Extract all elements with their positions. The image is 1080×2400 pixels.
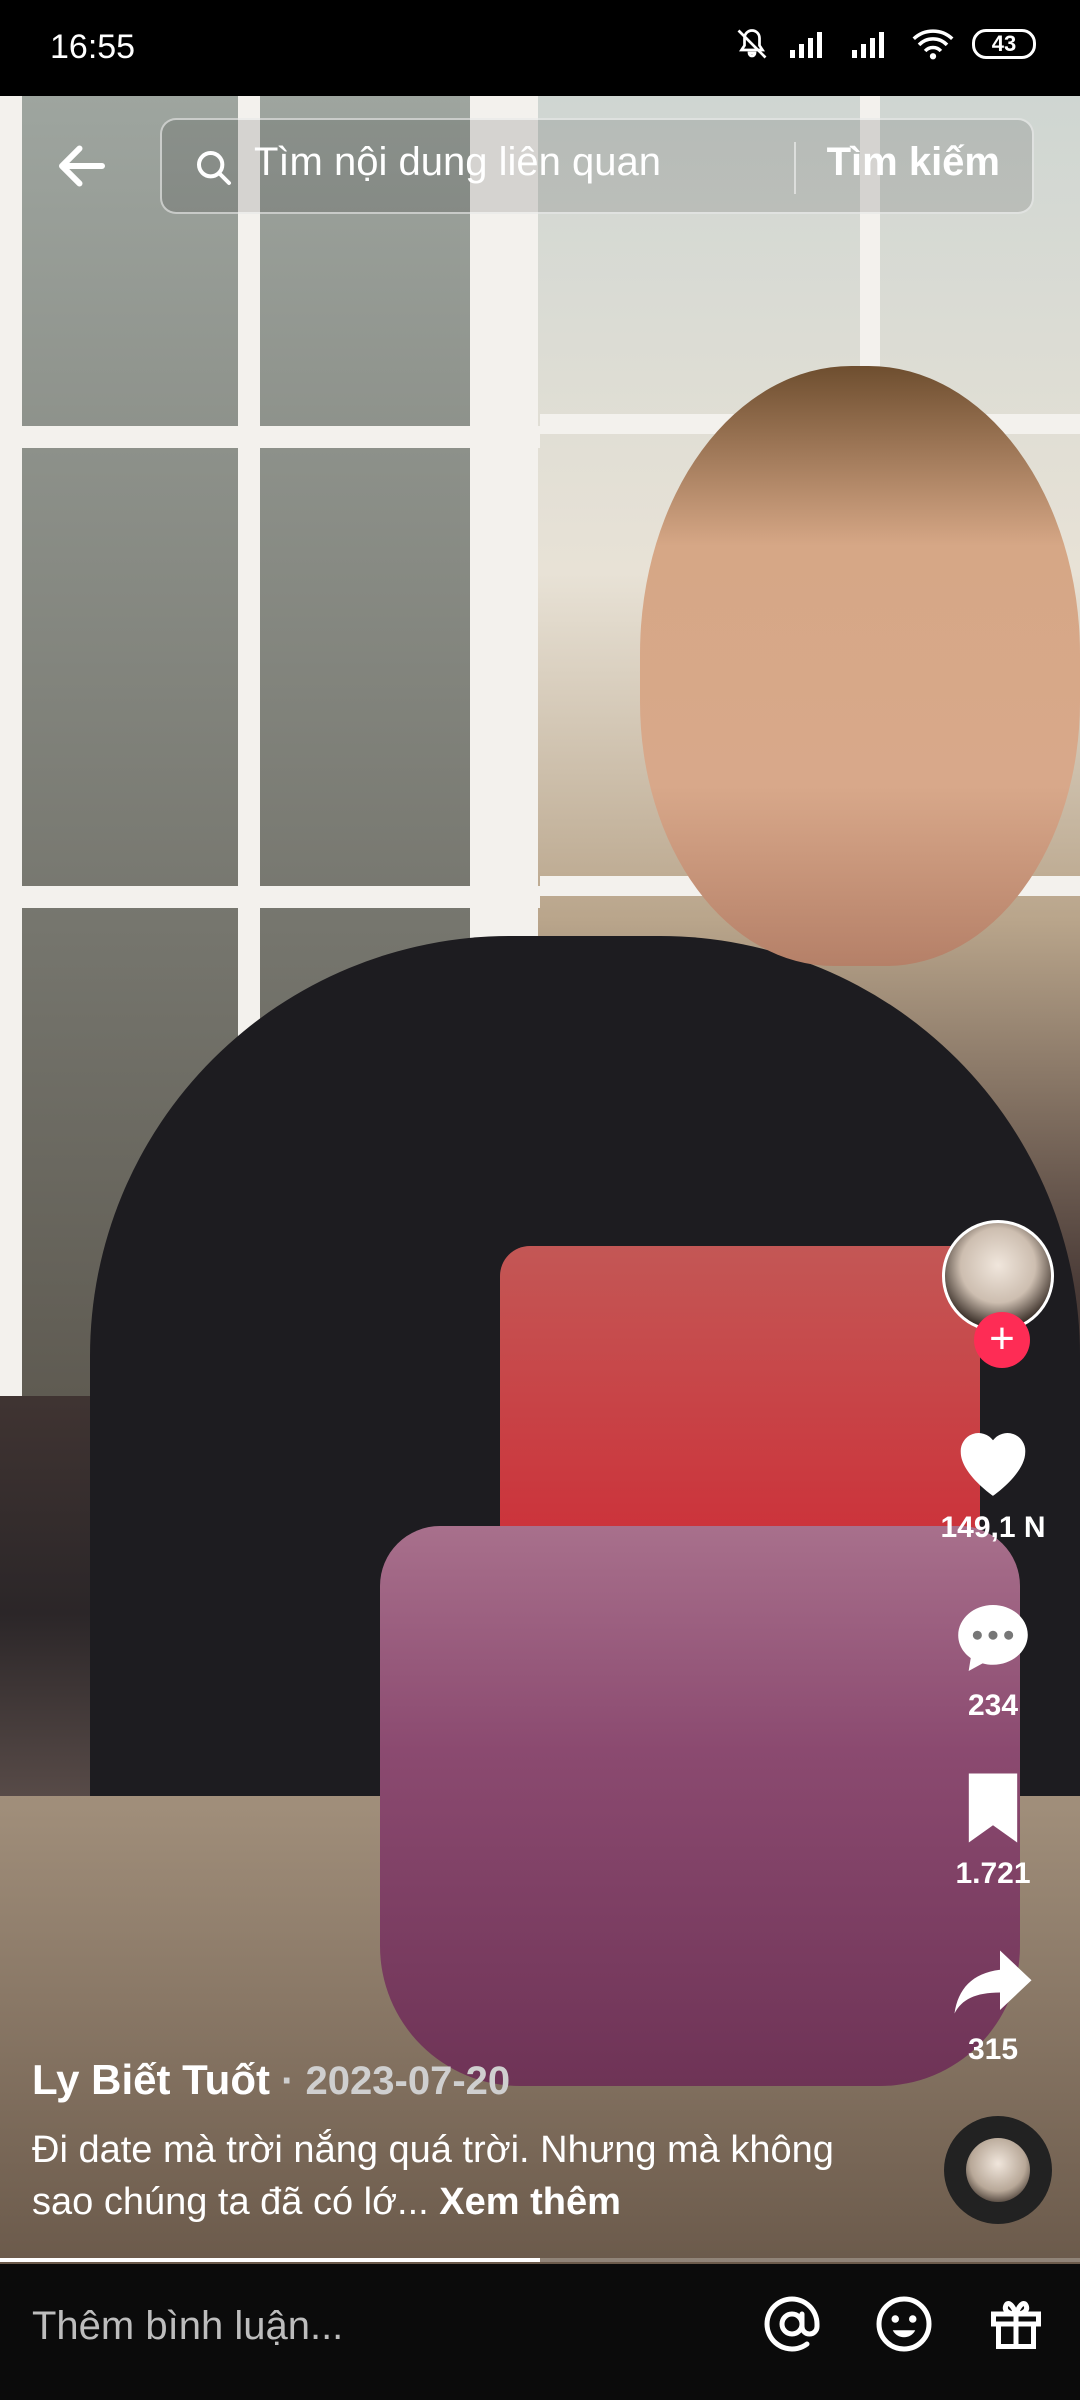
signal-icon	[790, 32, 822, 58]
share-count: 315	[967, 2033, 1019, 2066]
search-box[interactable]: Tìm nội dung liên quan Tìm kiếm	[160, 118, 1034, 214]
window-frame	[0, 96, 22, 1396]
follow-plus-icon[interactable]: +	[974, 1312, 1030, 1368]
comment-bar: Thêm bình luận...	[0, 2264, 1080, 2400]
signal-icon	[852, 32, 884, 58]
battery-indicator: 43	[972, 29, 1036, 59]
status-icons: 43	[734, 26, 1036, 62]
music-disc[interactable]	[944, 2116, 1052, 2224]
post-date: 2023-07-20	[305, 2059, 511, 2103]
like-count: 149,1 N	[940, 1511, 1046, 1544]
search-input[interactable]: Tìm nội dung liên quan	[254, 140, 661, 185]
search-divider	[794, 142, 796, 194]
comment-button[interactable]: 234	[928, 1598, 1058, 1723]
bookmark-icon	[968, 1773, 1018, 1843]
search-button[interactable]: Tìm kiếm	[827, 140, 1000, 185]
save-button[interactable]: 1.721	[928, 1770, 1058, 1891]
like-button[interactable]: 149,1 N	[928, 1420, 1058, 1545]
author-name[interactable]: Ly Biết Tuốt	[32, 2056, 270, 2103]
status-time: 16:55	[50, 28, 136, 66]
description-text: Đi date mà trời nắng quá trời. Nhưng mà …	[32, 2129, 834, 2223]
search-icon	[197, 151, 231, 185]
video-caption: Ly Biết Tuốt · 2023-07-20 Đi date mà trờ…	[32, 2056, 852, 2228]
date-separator: ·	[269, 2059, 306, 2103]
mute-bell-icon	[737, 29, 767, 59]
purple-drink-glass	[380, 1526, 1020, 2086]
back-arrow-icon[interactable]	[52, 136, 112, 196]
save-count: 1.721	[955, 1857, 1031, 1890]
mention-icon[interactable]	[762, 2294, 822, 2354]
music-disc-cover	[966, 2138, 1030, 2202]
heart-icon	[960, 1433, 1026, 1496]
share-button[interactable]: 315	[928, 1942, 1058, 2067]
see-more-link[interactable]: Xem thêm	[439, 2181, 621, 2223]
comment-icon	[958, 1604, 1028, 1672]
top-search-bar: Tìm nội dung liên quan Tìm kiếm	[0, 118, 1080, 218]
gift-icon[interactable]	[986, 2294, 1046, 2354]
comment-input[interactable]: Thêm bình luận...	[32, 2304, 343, 2349]
video-progress-bar[interactable]	[0, 2258, 1080, 2262]
emoji-icon[interactable]	[874, 2294, 934, 2354]
video-description[interactable]: Đi date mà trời nắng quá trời. Nhưng mà …	[32, 2124, 852, 2228]
comment-count: 234	[967, 1689, 1019, 1722]
share-icon	[954, 1950, 1032, 2014]
window-frame	[0, 886, 540, 908]
status-bar: 16:55 43	[0, 0, 1080, 96]
window-frame	[0, 426, 540, 448]
person-face	[640, 366, 1080, 966]
comment-bar-icons	[762, 2294, 1046, 2354]
wifi-icon	[912, 29, 954, 60]
video-progress-fill	[0, 2258, 540, 2262]
video-player[interactable]	[0, 96, 1080, 2264]
